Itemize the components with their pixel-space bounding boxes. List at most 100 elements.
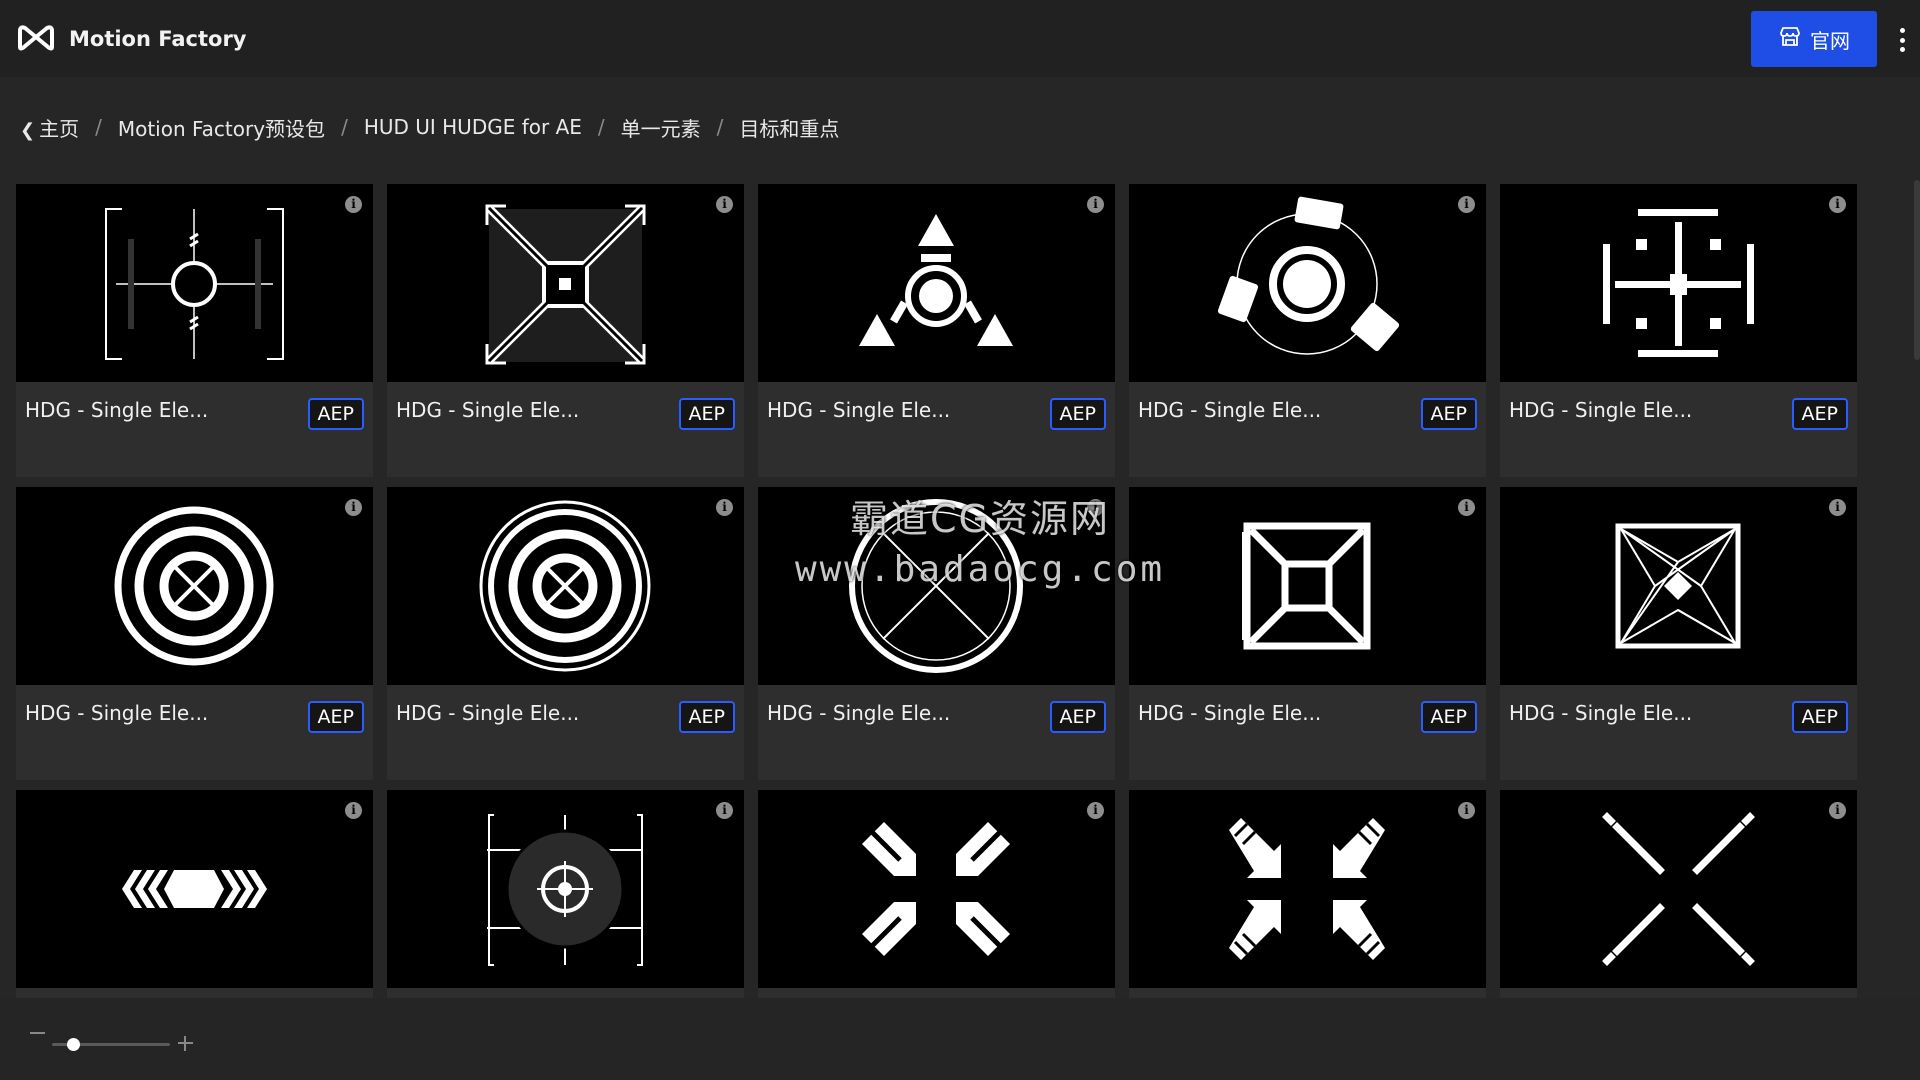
aep-badge: AEP [1420, 701, 1477, 733]
asset-title: HDG - Single Ele... [1509, 398, 1693, 422]
official-site-label: 官网 [1810, 28, 1850, 53]
asset-card[interactable]: i HDG - Single Ele... AEP [1500, 184, 1857, 477]
aep-badge: AEP [307, 701, 364, 733]
info-icon[interactable]: i [716, 499, 733, 516]
asset-card[interactable]: i [16, 790, 373, 998]
concentric-target-icon [114, 506, 274, 666]
asset-thumbnail [16, 487, 373, 685]
aep-badge: AEP [1049, 701, 1106, 733]
asset-title: HDG - Single Ele... [1138, 398, 1322, 422]
asset-thumbnail [387, 790, 744, 988]
app-name: Motion Factory [69, 26, 247, 51]
info-icon[interactable]: i [716, 802, 733, 819]
circle-x-icon [849, 499, 1023, 673]
info-icon[interactable]: i [1087, 499, 1104, 516]
asset-card[interactable]: i HDG - Single Ele... AEP [1129, 487, 1486, 780]
info-icon[interactable]: i [1458, 802, 1475, 819]
aep-badge: AEP [1791, 701, 1848, 733]
asset-title: HDG - Single Ele... [767, 701, 951, 725]
asset-thumbnail [1129, 790, 1486, 988]
asset-card[interactable]: i HDG - Single Ele... AEP [387, 487, 744, 780]
breadcrumb-separator: / [95, 115, 102, 139]
breadcrumb-separator: / [341, 115, 348, 139]
info-icon[interactable]: i [345, 196, 362, 213]
info-icon[interactable]: i [716, 196, 733, 213]
asset-title: HDG - Single Ele... [1509, 701, 1693, 725]
breadcrumb-single-element[interactable]: 单一元素 [621, 113, 701, 142]
grid-cross-icon [1603, 209, 1754, 357]
asset-thumbnail [1500, 487, 1857, 685]
asset-card[interactable]: i HDG - Single Ele... AEP [758, 184, 1115, 477]
official-site-button[interactable]: 官网 [1751, 11, 1877, 67]
asset-thumbnail [1500, 790, 1857, 988]
asset-thumbnail [16, 790, 373, 988]
asset-thumbnail [1129, 487, 1486, 685]
breadcrumb-current: 目标和重点 [739, 116, 840, 141]
asset-card[interactable]: i [758, 790, 1115, 998]
asset-thumbnail [16, 184, 373, 382]
info-icon[interactable]: i [1458, 196, 1475, 213]
info-icon[interactable]: i [345, 499, 362, 516]
chevron-hexagon-icon [122, 870, 267, 908]
crosshair-bracket-icon [105, 208, 284, 360]
breadcrumb-separator: / [597, 115, 605, 139]
breadcrumb-separator: / [716, 115, 724, 139]
chevron-left-icon: ❮ [20, 119, 36, 141]
star-square-icon [1615, 523, 1741, 649]
inward-blocks-icon [862, 822, 1010, 956]
plus-icon[interactable] [178, 1036, 193, 1051]
asset-thumbnail [1500, 184, 1857, 382]
info-icon[interactable]: i [345, 802, 362, 819]
asset-card[interactable]: i HDG - Single Ele... AEP [758, 487, 1115, 780]
motion-factory-logo-icon [16, 21, 56, 57]
asset-title: HDG - Single Ele... [25, 398, 209, 422]
bottom-bar [0, 998, 1920, 1080]
info-icon[interactable]: i [1829, 802, 1846, 819]
asset-thumbnail [758, 184, 1115, 382]
scrollbar[interactable] [1914, 180, 1920, 360]
breadcrumb-hud-ui[interactable]: HUD UI HUDGE for AE [364, 115, 582, 139]
asset-card[interactable]: i [1500, 790, 1857, 998]
info-icon[interactable]: i [1829, 196, 1846, 213]
asset-thumbnail [758, 790, 1115, 988]
inward-arrows-icon [1229, 818, 1385, 960]
asset-card[interactable]: i HDG - Single Ele... AEP [1129, 184, 1486, 477]
asset-card[interactable]: i HDG - Single Ele... AEP [387, 184, 744, 477]
asset-title: HDG - Single Ele... [396, 701, 580, 725]
nested-square-icon [1242, 522, 1371, 650]
aep-badge: AEP [1791, 398, 1848, 430]
orbit-segments-icon [1217, 196, 1400, 355]
disc-crosshair-icon [487, 814, 643, 966]
asset-thumbnail [1129, 184, 1486, 382]
frame-square-x-icon [485, 204, 646, 365]
top-bar: Motion Factory 官网 [0, 0, 1920, 77]
aep-badge: AEP [678, 701, 735, 733]
asset-card[interactable]: i HDG - Single Ele... AEP [16, 184, 373, 477]
asset-title: HDG - Single Ele... [25, 701, 209, 725]
breadcrumb-home[interactable]: ❮ 主页 [20, 113, 79, 142]
info-icon[interactable]: i [1829, 499, 1846, 516]
info-icon[interactable]: i [1087, 196, 1104, 213]
aep-badge: AEP [307, 398, 364, 430]
triangle-ring-icon [859, 214, 1013, 346]
more-options-icon[interactable] [1898, 28, 1906, 52]
concentric-target-ticks-icon [479, 500, 651, 672]
asset-card[interactable]: i HDG - Single Ele... AEP [1500, 487, 1857, 780]
asset-card[interactable]: i [387, 790, 744, 998]
asset-grid: i HDG - Single Ele... AEP i HDG - Single… [16, 184, 1866, 998]
asset-card[interactable]: i HDG - Single Ele... AEP [16, 487, 373, 780]
info-icon[interactable]: i [1087, 802, 1104, 819]
store-icon [1778, 25, 1802, 54]
aep-badge: AEP [1420, 398, 1477, 430]
breadcrumb: ❮ 主页 / Motion Factory预设包 / HUD UI HUDGE f… [20, 110, 839, 144]
aep-badge: AEP [1049, 398, 1106, 430]
info-icon[interactable]: i [1458, 499, 1475, 516]
asset-thumbnail [387, 184, 744, 382]
asset-title: HDG - Single Ele... [767, 398, 951, 422]
asset-card[interactable]: i [1129, 790, 1486, 998]
breadcrumb-preset-pack[interactable]: Motion Factory预设包 [118, 113, 325, 142]
minus-icon[interactable] [30, 1032, 45, 1034]
brand[interactable]: Motion Factory [16, 21, 247, 57]
dashed-x-icon [1602, 812, 1755, 966]
asset-thumbnail [387, 487, 744, 685]
